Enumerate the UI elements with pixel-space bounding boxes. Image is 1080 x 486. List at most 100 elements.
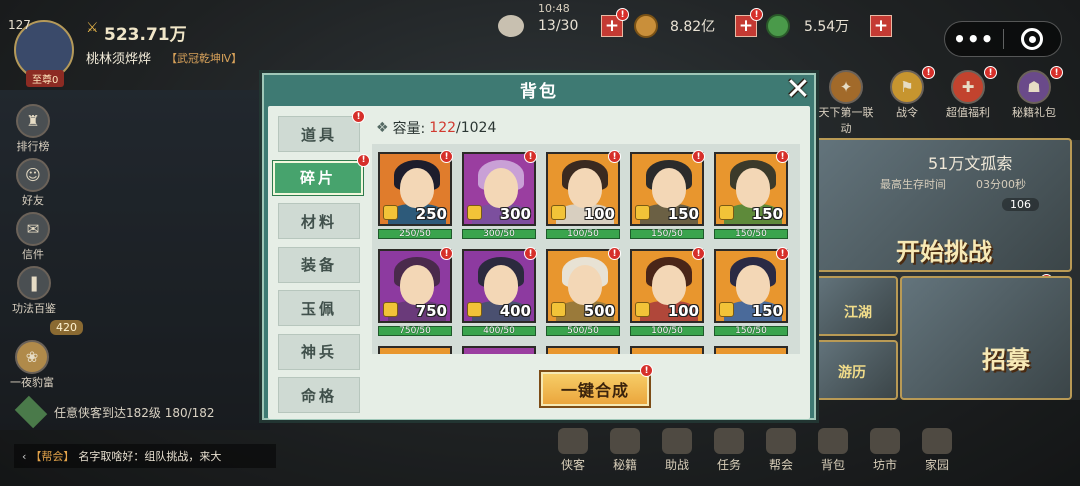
fragment-card[interactable]: 100 100/50 bbox=[630, 249, 704, 336]
player-level: 127 bbox=[8, 18, 31, 32]
travel-banner[interactable]: 游历 bbox=[814, 340, 898, 400]
friends-button[interactable]: ☺ 好友 bbox=[16, 158, 50, 208]
stamina-display: 13/30 bbox=[498, 14, 578, 38]
bottom-nav-item[interactable]: 坊市 bbox=[870, 428, 900, 473]
fragment-card[interactable]: 500 500/50 bbox=[546, 249, 620, 336]
jade-icon bbox=[766, 14, 790, 38]
fragment-alert-badge: ! bbox=[440, 150, 453, 163]
start-challenge-button[interactable]: 开始挑战 bbox=[896, 232, 992, 267]
chat-channel-tag: 【帮会】 bbox=[30, 450, 75, 463]
book-icon: ❚ bbox=[17, 266, 51, 300]
fragment-progress-bar: 400/50 bbox=[462, 326, 536, 336]
bottom-nav-label: 坊市 bbox=[872, 458, 897, 472]
puzzle-piece-icon bbox=[383, 302, 398, 317]
fragment-alert-badge: ! bbox=[776, 247, 789, 260]
tab-0[interactable]: 道具 bbox=[278, 116, 360, 152]
capacity-used: 122 bbox=[429, 120, 457, 136]
leaderboard-button[interactable]: ♜ 排行榜 bbox=[16, 104, 50, 154]
fragment-alert-badge: ! bbox=[440, 247, 453, 260]
close-dialog-button[interactable]: ✕ bbox=[780, 71, 816, 107]
jade-display: 5.54万 bbox=[766, 14, 849, 38]
dialog-title: 背包 bbox=[520, 82, 558, 102]
challenge-banner[interactable]: 51万文孤索 最高生存时间 03分00秒 106 开始挑战 bbox=[814, 138, 1072, 272]
travel-label: 游历 bbox=[838, 365, 866, 381]
tab-6[interactable]: 命格 bbox=[278, 377, 360, 413]
fragment-progress-bar: 500/50 bbox=[546, 326, 620, 336]
close-miniapp-button[interactable] bbox=[1003, 28, 1061, 50]
tab-alert-badge: ! bbox=[352, 110, 365, 123]
hero-portrait: 500 bbox=[546, 249, 620, 323]
bottom-nav-item[interactable]: 帮会 bbox=[766, 428, 796, 473]
tab-5[interactable]: 神兵 bbox=[278, 333, 360, 370]
quest-tracker[interactable]: 任意侠客到达182级 180/182 bbox=[14, 395, 215, 429]
chat-bar[interactable]: ‹ 【帮会】 名字取啥好：组队挑战，来大 bbox=[14, 444, 276, 468]
hero-portrait: 100 bbox=[546, 152, 620, 226]
jianghu-banner[interactable]: 江湖 bbox=[814, 276, 898, 336]
fragment-card[interactable]: 400 400/50 bbox=[462, 249, 536, 336]
nav-icon bbox=[610, 428, 640, 454]
bottom-nav-item[interactable]: 秘籍 bbox=[610, 428, 640, 473]
puzzle-piece-icon bbox=[635, 205, 650, 220]
hero-portrait: 750 bbox=[378, 249, 452, 323]
gift-icon: ✚ bbox=[951, 70, 985, 104]
fragment-progress-bar: 300/50 bbox=[462, 229, 536, 239]
merge-all-button[interactable]: 一键合成 bbox=[539, 370, 651, 408]
survival-label: 最高生存时间 bbox=[880, 178, 946, 191]
fragment-count: 250 bbox=[415, 205, 447, 223]
tab-1[interactable]: 碎片 bbox=[272, 159, 364, 196]
fragment-alert-badge: ! bbox=[524, 150, 537, 163]
secret-package-button[interactable]: ☗ 秘籍礼包 bbox=[1012, 70, 1056, 120]
chat-message: 名字取啥好：组队挑战，来大 bbox=[78, 450, 222, 463]
backpack-panel: 道具! 碎片! 材料装备玉佩神兵命格 ❖ 容量: 122 /1024 250 250/… bbox=[268, 106, 810, 419]
more-options-button[interactable]: ••• bbox=[945, 27, 1003, 51]
battle-pass-button[interactable]: ⚑ 战令 bbox=[890, 70, 924, 120]
crossover-event-button[interactable]: ✦ 天下第一联动 bbox=[816, 70, 876, 136]
bottom-nav-item[interactable]: 侠客 bbox=[558, 428, 588, 473]
fragment-card-partial[interactable] bbox=[714, 346, 788, 354]
skill-codex-button[interactable]: ❚ 功法百鉴 bbox=[12, 266, 56, 316]
fortune-event-button[interactable]: ❀ 一夜豹富 bbox=[10, 340, 54, 390]
fragment-card-partial[interactable] bbox=[378, 346, 452, 354]
bottom-nav-item[interactable]: 家园 bbox=[922, 428, 952, 473]
tab-4[interactable]: 玉佩 bbox=[278, 290, 360, 326]
fragment-card-partial[interactable] bbox=[546, 346, 620, 354]
backpack-dialog: 背包 ✕ 道具! 碎片! 材料装备玉佩神兵命格 ❖ 容量: 122 /1024 25… bbox=[259, 70, 819, 423]
fragment-alert-badge: ! bbox=[692, 150, 705, 163]
survival-time: 03分00秒 bbox=[976, 178, 1026, 191]
puzzle-piece-icon bbox=[719, 302, 734, 317]
fragment-card[interactable]: 750 750/50 bbox=[378, 249, 452, 336]
player-name: 桃林须烨烨 bbox=[86, 52, 152, 67]
bottom-nav-item[interactable]: 任务 bbox=[714, 428, 744, 473]
chat-toggle-icon[interactable]: ‹ bbox=[22, 450, 26, 463]
mail-button[interactable]: ✉ 信件 bbox=[16, 212, 50, 262]
hero-portrait: 150 bbox=[714, 249, 788, 323]
fragment-card[interactable]: 300 300/50 bbox=[462, 152, 536, 239]
capacity-display: ❖ 容量: 122 /1024 bbox=[376, 118, 496, 138]
fragment-progress-bar: 750/50 bbox=[378, 326, 452, 336]
player-rank-badge: 至尊0 bbox=[26, 70, 65, 87]
fragment-card-partial[interactable] bbox=[630, 346, 704, 354]
jianghu-label: 江湖 bbox=[844, 305, 872, 321]
fragment-card[interactable]: 150 150/50 bbox=[630, 152, 704, 239]
recruit-banner[interactable]: 招募 bbox=[900, 276, 1072, 400]
battle-pass-label: 战令 bbox=[896, 106, 918, 119]
fragment-card[interactable]: 100 100/50 bbox=[546, 152, 620, 239]
nav-icon bbox=[766, 428, 796, 454]
add-jade-button[interactable]: + bbox=[870, 15, 892, 37]
fragment-alert-badge: ! bbox=[608, 150, 621, 163]
fragment-progress-bar: 100/50 bbox=[630, 326, 704, 336]
fragment-count: 100 bbox=[583, 205, 615, 223]
bottom-nav-item[interactable]: 背包 bbox=[818, 428, 848, 473]
fragment-card[interactable]: 150 150/50 bbox=[714, 152, 788, 239]
stamina-value: 13/30 bbox=[538, 18, 579, 34]
fragment-card[interactable]: 250 250/50 bbox=[378, 152, 452, 239]
tab-2[interactable]: 材料 bbox=[278, 203, 360, 239]
fragment-card-partial[interactable] bbox=[462, 346, 536, 354]
tab-3[interactable]: 装备 bbox=[278, 246, 360, 283]
value-welfare-button[interactable]: ✚ 超值福利 bbox=[946, 70, 990, 120]
hero-face bbox=[652, 265, 686, 305]
fragment-card[interactable]: 150 150/50 bbox=[714, 249, 788, 336]
player-header[interactable]: 127 ⚔ 523.71万 桃林须烨烨 【武冠乾坤Ⅳ】 至尊0 bbox=[6, 14, 276, 90]
bottom-nav-item[interactable]: 助战 bbox=[662, 428, 692, 473]
power-icon: ⚔ bbox=[86, 20, 99, 36]
